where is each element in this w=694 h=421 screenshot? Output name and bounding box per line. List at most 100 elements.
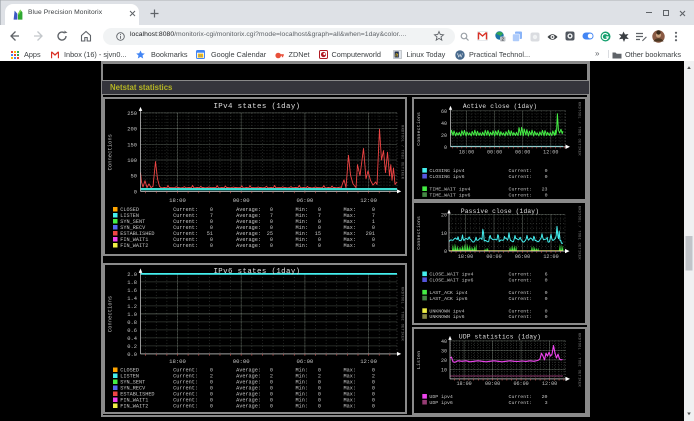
svg-text:0.0: 0.0 xyxy=(127,351,137,357)
svg-text:20: 20 xyxy=(441,132,447,138)
svg-text:12:00: 12:00 xyxy=(543,149,558,155)
svg-text:1.0: 1.0 xyxy=(127,311,137,317)
svg-text:CLOSING ipv6: CLOSING ipv6 xyxy=(429,173,464,179)
svg-text:CLOSE_WAIT ipv6: CLOSE_WAIT ipv6 xyxy=(429,277,473,283)
svg-text:20: 20 xyxy=(542,394,548,400)
svg-text:18:00: 18:00 xyxy=(169,197,186,204)
svg-text:Average:: Average: xyxy=(236,403,261,409)
svg-text:23: 23 xyxy=(542,186,548,192)
svg-text:Connections: Connections xyxy=(108,295,114,331)
svg-text:06:00: 06:00 xyxy=(297,357,314,364)
svg-text:UNKNOWN ipv6: UNKNOWN ipv6 xyxy=(429,314,464,320)
svg-text:0: 0 xyxy=(545,289,548,295)
svg-text:0: 0 xyxy=(372,403,375,409)
svg-text:200: 200 xyxy=(127,126,137,132)
svg-text:0.4: 0.4 xyxy=(127,335,137,341)
svg-text:2.0: 2.0 xyxy=(127,271,137,277)
svg-text:0: 0 xyxy=(545,192,548,198)
svg-text:0: 0 xyxy=(210,243,213,249)
svg-text:00:00: 00:00 xyxy=(487,149,502,155)
svg-text:18:00: 18:00 xyxy=(459,149,474,155)
svg-text:0: 0 xyxy=(545,295,548,301)
svg-text:0: 0 xyxy=(210,403,213,409)
svg-text:Current:: Current: xyxy=(509,168,532,174)
svg-text:1.4: 1.4 xyxy=(127,295,137,301)
svg-text:0: 0 xyxy=(545,308,548,314)
svg-text:Connections: Connections xyxy=(416,215,422,249)
svg-text:250: 250 xyxy=(127,110,137,116)
svg-text:UDP ipv6: UDP ipv6 xyxy=(429,400,453,406)
svg-text:0: 0 xyxy=(318,243,321,249)
svg-text:6: 6 xyxy=(545,271,548,277)
svg-text:10: 10 xyxy=(441,230,447,236)
svg-text:Connections: Connections xyxy=(108,133,114,169)
svg-text:150: 150 xyxy=(127,142,137,148)
svg-text:20: 20 xyxy=(441,212,447,218)
svg-text:10: 10 xyxy=(441,367,447,373)
svg-text:Current:: Current: xyxy=(509,271,532,277)
svg-text:0: 0 xyxy=(270,403,273,409)
svg-text:Current:: Current: xyxy=(509,289,532,295)
svg-text:0: 0 xyxy=(545,314,548,320)
svg-text:0: 0 xyxy=(134,189,137,195)
svg-text:40: 40 xyxy=(441,339,447,345)
svg-text:06:00: 06:00 xyxy=(297,197,314,204)
svg-text:Max:: Max: xyxy=(344,403,356,409)
svg-text:RRDTOOL / TOBI OETIKER: RRDTOOL / TOBI OETIKER xyxy=(577,101,582,156)
svg-text:RRDTOOL / TOBI OETIKER: RRDTOOL / TOBI OETIKER xyxy=(577,205,582,260)
svg-text:0: 0 xyxy=(444,144,447,150)
svg-text:Current:: Current: xyxy=(509,192,532,198)
svg-text:FIN_WAIT2: FIN_WAIT2 xyxy=(120,243,148,249)
svg-text:00:00: 00:00 xyxy=(486,254,501,260)
svg-text:LAST_ACK ipv4: LAST_ACK ipv4 xyxy=(429,289,467,295)
svg-text:12:00: 12:00 xyxy=(543,254,558,260)
svg-text:Current:: Current: xyxy=(509,295,532,301)
svg-text:W: W xyxy=(456,52,463,59)
svg-text:3: 3 xyxy=(545,400,548,406)
svg-text:RRDTOOL / TOBI OETIKER: RRDTOOL / TOBI OETIKER xyxy=(577,333,582,388)
svg-text:IPv6 states (1day): IPv6 states (1day) xyxy=(213,268,300,276)
svg-text:1.6: 1.6 xyxy=(127,287,137,293)
svg-text:TIME_WAIT ipv4: TIME_WAIT ipv4 xyxy=(429,186,470,192)
svg-text:0.6: 0.6 xyxy=(127,327,137,333)
svg-text:06:00: 06:00 xyxy=(513,381,528,387)
svg-text:40: 40 xyxy=(441,120,447,126)
svg-text:31: 31 xyxy=(198,53,203,58)
svg-text:00:00: 00:00 xyxy=(233,197,250,204)
svg-text:Current:: Current: xyxy=(509,400,532,406)
svg-text:Connections: Connections xyxy=(416,111,422,145)
svg-text:18:00: 18:00 xyxy=(456,381,471,387)
svg-text:Average:: Average: xyxy=(236,243,261,249)
svg-text:CLOSE_WAIT ipv4: CLOSE_WAIT ipv4 xyxy=(429,271,473,277)
svg-text:12:00: 12:00 xyxy=(360,357,377,364)
svg-text:Current:: Current: xyxy=(509,173,532,179)
svg-text:06:00: 06:00 xyxy=(515,149,530,155)
svg-text:0: 0 xyxy=(318,403,321,409)
svg-text:TIME_WAIT ipv6: TIME_WAIT ipv6 xyxy=(429,192,470,198)
svg-text:00:00: 00:00 xyxy=(485,381,500,387)
svg-text:30: 30 xyxy=(441,348,447,354)
svg-text:60: 60 xyxy=(441,108,447,114)
svg-text:100: 100 xyxy=(127,158,137,164)
svg-text:0: 0 xyxy=(270,243,273,249)
svg-text:UDP ipv4: UDP ipv4 xyxy=(429,394,453,400)
svg-text:Min:: Min: xyxy=(296,403,308,409)
svg-text:Current:: Current: xyxy=(173,403,198,409)
svg-text:Current:: Current: xyxy=(173,243,198,249)
svg-text:1.2: 1.2 xyxy=(127,303,137,309)
svg-text:RRDTOOL / TOBI OETIKER: RRDTOOL / TOBI OETIKER xyxy=(400,286,405,341)
svg-text:CLOSING ipv4: CLOSING ipv4 xyxy=(429,168,464,174)
svg-text:06:00: 06:00 xyxy=(515,254,530,260)
svg-text:RRDTOOL / TOBI OETIKER: RRDTOOL / TOBI OETIKER xyxy=(400,125,405,180)
svg-text:0.2: 0.2 xyxy=(127,343,137,349)
svg-text:0: 0 xyxy=(444,249,447,255)
svg-text:0: 0 xyxy=(545,173,548,179)
svg-text:18:00: 18:00 xyxy=(458,254,473,260)
svg-text:0: 0 xyxy=(545,277,548,283)
svg-text:12:00: 12:00 xyxy=(360,197,377,204)
svg-text:0: 0 xyxy=(372,243,375,249)
svg-text:Current:: Current: xyxy=(509,394,532,400)
svg-text:50: 50 xyxy=(131,173,137,179)
svg-text:FIN_WAIT2: FIN_WAIT2 xyxy=(120,403,148,409)
svg-text:1.8: 1.8 xyxy=(127,279,137,285)
